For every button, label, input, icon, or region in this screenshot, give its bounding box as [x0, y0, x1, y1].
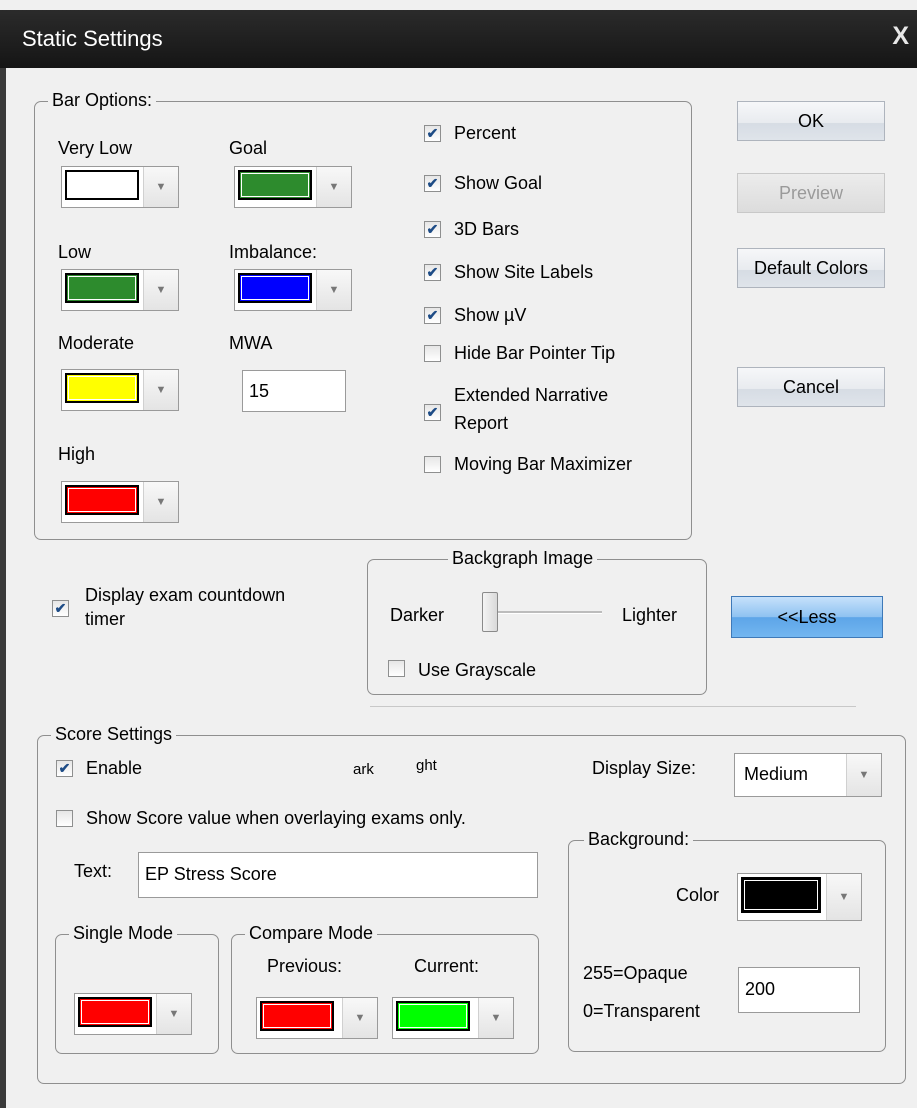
very-low-color-swatch — [65, 170, 139, 200]
3d-bars-checkbox[interactable]: ✔ — [424, 221, 441, 238]
mwa-label: MWA — [229, 333, 273, 353]
current-color-picker[interactable]: ▼ — [392, 997, 514, 1039]
percent-label: Percent — [454, 123, 517, 143]
use-grayscale-label: Use Grayscale — [418, 660, 537, 680]
chevron-down-icon[interactable]: ▼ — [316, 167, 351, 207]
imbalance-label: Imbalance: — [229, 242, 318, 262]
low-color-swatch — [65, 273, 139, 303]
less-button[interactable]: <<Less — [731, 596, 883, 638]
show-goal-checkbox[interactable]: ✔ — [424, 175, 441, 192]
bar-options-legend: Bar Options: — [48, 90, 157, 111]
background-color-picker[interactable]: ▼ — [737, 873, 862, 921]
show-uv-checkbox[interactable]: ✔ — [424, 307, 441, 324]
background-color-label: Color — [676, 885, 720, 905]
3d-bars-label: 3D Bars — [454, 219, 520, 239]
goal-color-swatch — [238, 170, 312, 200]
show-site-labels-checkbox[interactable]: ✔ — [424, 264, 441, 281]
darker-label: Darker — [390, 605, 445, 625]
window-title: Static Settings — [22, 26, 163, 51]
high-label: High — [58, 444, 96, 464]
hide-bar-pointer-tip-checkbox[interactable] — [424, 345, 441, 362]
light-fragment-label: ght — [416, 757, 437, 774]
previous-label: Previous: — [267, 956, 343, 976]
moving-bar-maximizer-label: Moving Bar Maximizer — [454, 454, 633, 474]
previous-color-picker[interactable]: ▼ — [256, 997, 378, 1039]
default-colors-button[interactable]: Default Colors — [737, 248, 885, 288]
very-low-label: Very Low — [58, 138, 133, 158]
show-score-overlay-checkbox[interactable] — [56, 810, 73, 827]
compare-mode-legend: Compare Mode — [245, 923, 378, 944]
percent-checkbox[interactable]: ✔ — [424, 125, 441, 142]
separator-line — [370, 706, 856, 707]
score-text-input[interactable]: EP Stress Score — [138, 852, 538, 898]
backgraph-image-legend: Backgraph Image — [448, 548, 598, 569]
opacity-input[interactable]: 200 — [738, 967, 860, 1013]
very-low-color-picker[interactable]: ▼ — [61, 166, 179, 208]
display-size-select[interactable]: Medium ▼ — [734, 753, 882, 797]
moderate-label: Moderate — [58, 333, 135, 353]
extended-narrative-report-label-line2: Report — [454, 413, 509, 433]
enable-label: Enable — [86, 758, 143, 778]
chevron-down-icon[interactable]: ▼ — [143, 370, 178, 410]
moderate-color-swatch — [65, 373, 139, 403]
lighter-label: Lighter — [622, 605, 678, 625]
background-legend: Background: — [584, 829, 694, 850]
text-label: Text: — [74, 861, 113, 881]
high-color-picker[interactable]: ▼ — [61, 481, 179, 523]
low-color-picker[interactable]: ▼ — [61, 269, 179, 311]
moving-bar-maximizer-checkbox[interactable] — [424, 456, 441, 473]
goal-label: Goal — [229, 138, 268, 158]
single-mode-legend: Single Mode — [69, 923, 178, 944]
moderate-color-picker[interactable]: ▼ — [61, 369, 179, 411]
opaque-hint-label: 255=Opaque — [583, 963, 688, 983]
current-color-swatch — [396, 1001, 470, 1031]
score-settings-legend: Score Settings — [51, 724, 177, 745]
imbalance-color-picker[interactable]: ▼ — [234, 269, 352, 311]
display-countdown-label-line2: timer — [85, 609, 125, 629]
dark-fragment-label: ark — [353, 761, 374, 778]
backgraph-slider-track[interactable] — [482, 611, 602, 614]
enable-checkbox[interactable]: ✔ — [56, 760, 73, 777]
display-size-value: Medium — [744, 764, 809, 784]
chevron-down-icon[interactable]: ▼ — [826, 874, 861, 920]
chevron-down-icon[interactable]: ▼ — [143, 270, 178, 310]
chevron-down-icon[interactable]: ▼ — [156, 994, 191, 1034]
extended-narrative-report-label-line1: Extended Narrative — [454, 385, 609, 405]
goal-color-picker[interactable]: ▼ — [234, 166, 352, 208]
high-color-swatch — [65, 485, 139, 515]
show-site-labels-label: Show Site Labels — [454, 262, 594, 282]
display-countdown-checkbox[interactable]: ✔ — [52, 600, 69, 617]
low-label: Low — [58, 242, 92, 262]
single-mode-color-picker[interactable]: ▼ — [74, 993, 192, 1035]
chevron-down-icon[interactable]: ▼ — [846, 754, 881, 796]
static-settings-dialog: Static Settings X Bar Options: Very Low … — [0, 0, 917, 1108]
title-bar: Static Settings X — [0, 10, 917, 68]
extended-narrative-report-checkbox[interactable]: ✔ — [424, 404, 441, 421]
display-size-label: Display Size: — [592, 758, 697, 778]
backgraph-slider-thumb[interactable] — [482, 592, 498, 632]
chevron-down-icon[interactable]: ▼ — [143, 167, 178, 207]
mwa-input[interactable]: 15 — [242, 370, 346, 412]
background-color-swatch — [741, 877, 821, 913]
chevron-down-icon[interactable]: ▼ — [342, 998, 377, 1038]
current-label: Current: — [414, 956, 480, 976]
imbalance-color-swatch — [238, 273, 312, 303]
previous-color-swatch — [260, 1001, 334, 1031]
show-uv-label: Show µV — [454, 305, 527, 325]
hide-bar-pointer-tip-label: Hide Bar Pointer Tip — [454, 343, 616, 363]
use-grayscale-checkbox[interactable] — [388, 660, 405, 677]
display-countdown-label-line1: Display exam countdown — [85, 585, 286, 605]
window-left-edge — [0, 68, 6, 1108]
close-icon[interactable]: X — [892, 22, 909, 51]
cancel-button[interactable]: Cancel — [737, 367, 885, 407]
preview-button[interactable]: Preview — [737, 173, 885, 213]
transparent-hint-label: 0=Transparent — [583, 1001, 700, 1021]
chevron-down-icon[interactable]: ▼ — [478, 998, 513, 1038]
ok-button[interactable]: OK — [737, 101, 885, 141]
show-goal-label: Show Goal — [454, 173, 543, 193]
chevron-down-icon[interactable]: ▼ — [316, 270, 351, 310]
show-score-overlay-label: Show Score value when overlaying exams o… — [86, 808, 466, 828]
chevron-down-icon[interactable]: ▼ — [143, 482, 178, 522]
single-mode-color-swatch — [78, 997, 152, 1027]
